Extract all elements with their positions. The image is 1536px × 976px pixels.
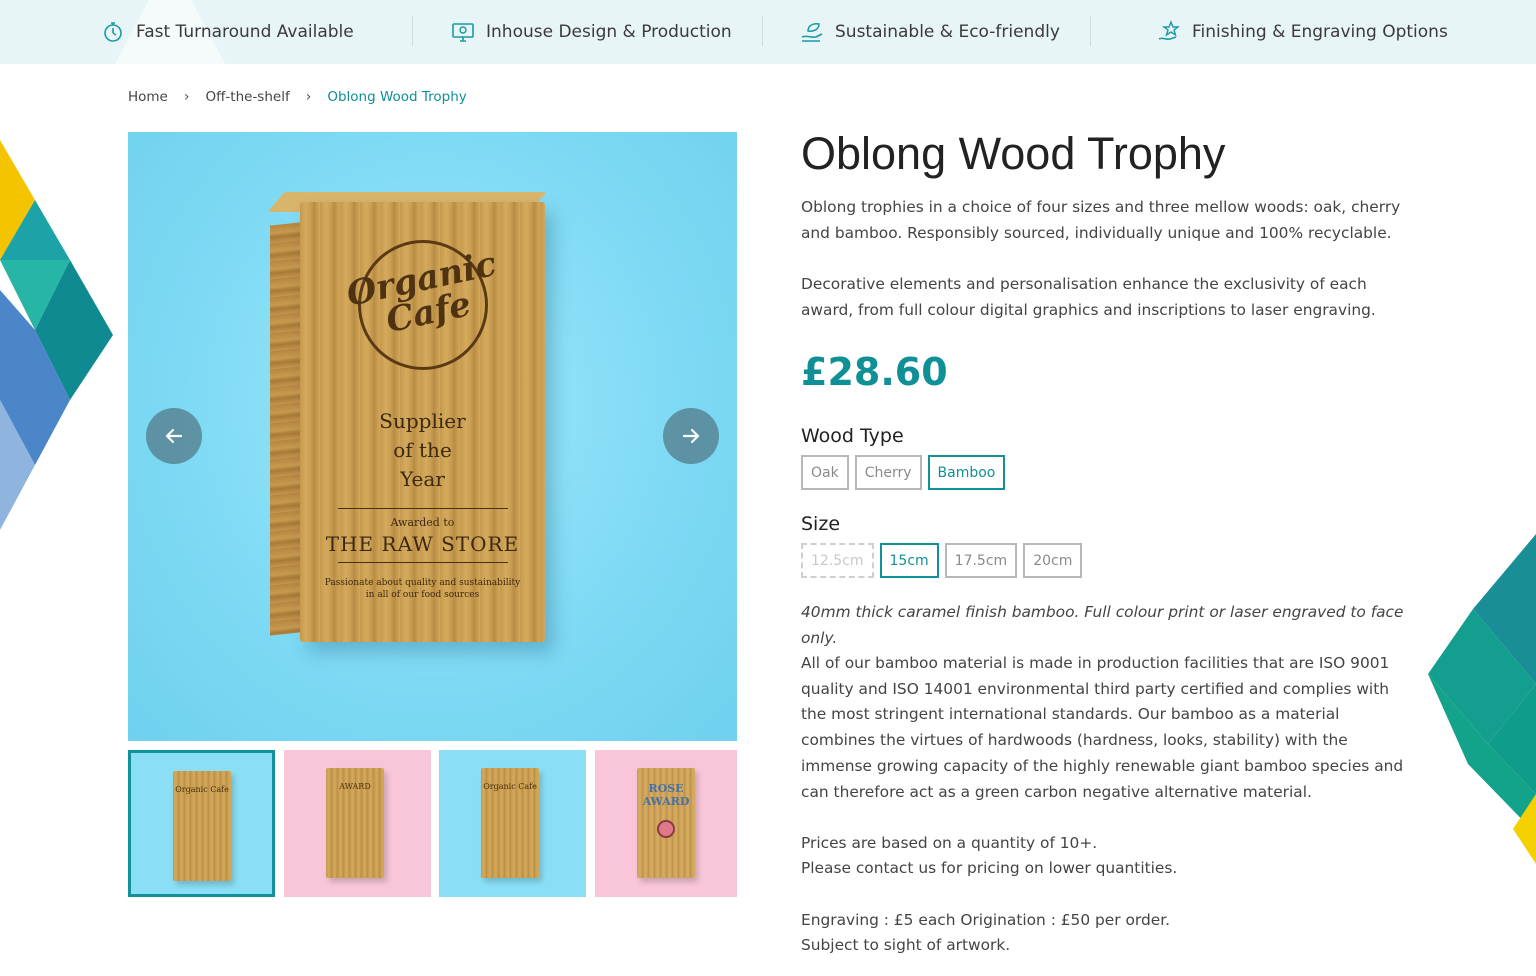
pricing-note-1: Prices are based on a quantity of 10+. [801,834,1098,852]
feature-label: Sustainable & Eco-friendly [835,22,1060,42]
size-option-17-5cm[interactable]: 17.5cm [944,543,1018,578]
wood-option-bamboo[interactable]: Bamboo [927,455,1006,490]
feature-inhouse-design: Inhouse Design & Production [450,0,732,64]
thumbnail-4[interactable]: ROSE AWARD [595,750,737,897]
feature-label: Fast Turnaround Available [136,22,354,42]
trophy-logo-text: Organic Cafe [343,244,500,342]
carousel-prev-button[interactable] [146,408,202,464]
chevron-right-icon: › [305,89,312,105]
star-hand-icon [1156,19,1182,45]
decorative-shapes-right [1428,534,1536,864]
feature-fast-turnaround: Fast Turnaround Available [100,0,354,64]
stopwatch-icon [100,19,126,45]
wood-type-options: Oak Cherry Bamboo [801,455,1006,490]
engraving-note-2: Subject to sight of artwork. [801,936,1011,954]
product-description: Decorative elements and personalisation … [801,275,1376,319]
wood-option-oak[interactable]: Oak [801,455,849,490]
product-title: Oblong Wood Trophy [801,128,1226,179]
feature-divider [412,16,413,46]
feature-label: Inhouse Design & Production [486,22,732,42]
trophy-illustration: Organic Cafe Supplier of the Year Awarde… [267,192,547,642]
arrow-left-icon [165,428,183,444]
rose-graphic [657,820,675,838]
thumbnail-3[interactable]: Organic Cafe [439,750,586,897]
size-option-12-5cm: 12.5cm [801,543,874,578]
breadcrumb-current: Oblong Wood Trophy [327,89,467,105]
pricing-note-2: Please contact us for pricing on lower q… [801,859,1178,877]
decorative-shapes-left [0,140,113,530]
product-intro: Oblong trophies in a choice of four size… [801,198,1401,242]
product-main-image: Organic Cafe Supplier of the Year Awarde… [128,132,737,741]
chevron-right-icon: › [183,89,190,105]
eco-hand-icon [799,19,825,45]
size-option-20cm[interactable]: 20cm [1023,543,1083,578]
thumbnail-1[interactable]: Organic Cafe [128,750,275,897]
breadcrumb-off-the-shelf[interactable]: Off-the-shelf [205,89,289,105]
variant-note: 40mm thick caramel finish bamboo. Full c… [801,603,1404,647]
size-option-15cm[interactable]: 15cm [879,543,939,578]
size-options: 12.5cm 15cm 17.5cm 20cm [801,543,1083,578]
breadcrumb: Home › Off-the-shelf › Oblong Wood Troph… [128,86,467,108]
arrow-right-icon [682,428,700,444]
size-label: Size [801,513,841,535]
product-price: £28.60 [801,350,948,394]
feature-finishing: Finishing & Engraving Options [1156,0,1448,64]
feature-divider [1090,16,1091,46]
feature-bar: Fast Turnaround Available Inhouse Design… [0,0,1536,64]
breadcrumb-home[interactable]: Home [128,89,168,105]
thumbnail-strip: Organic Cafe AWARD Organic Cafe ROSE AWA… [128,750,737,897]
material-description: All of our bamboo material is made in pr… [801,654,1404,801]
carousel-next-button[interactable] [663,408,719,464]
feature-divider [762,16,763,46]
feature-label: Finishing & Engraving Options [1192,22,1448,42]
engraving-note-1: Engraving : £5 each Origination : £50 pe… [801,911,1171,929]
monitor-design-icon [450,19,476,45]
thumbnail-2[interactable]: AWARD [284,750,431,897]
feature-sustainable: Sustainable & Eco-friendly [799,0,1060,64]
trophy-inscription: Supplier of the Year Awarded to THE RAW … [324,409,521,600]
wood-type-label: Wood Type [801,425,904,447]
wood-option-cherry[interactable]: Cherry [854,455,922,490]
